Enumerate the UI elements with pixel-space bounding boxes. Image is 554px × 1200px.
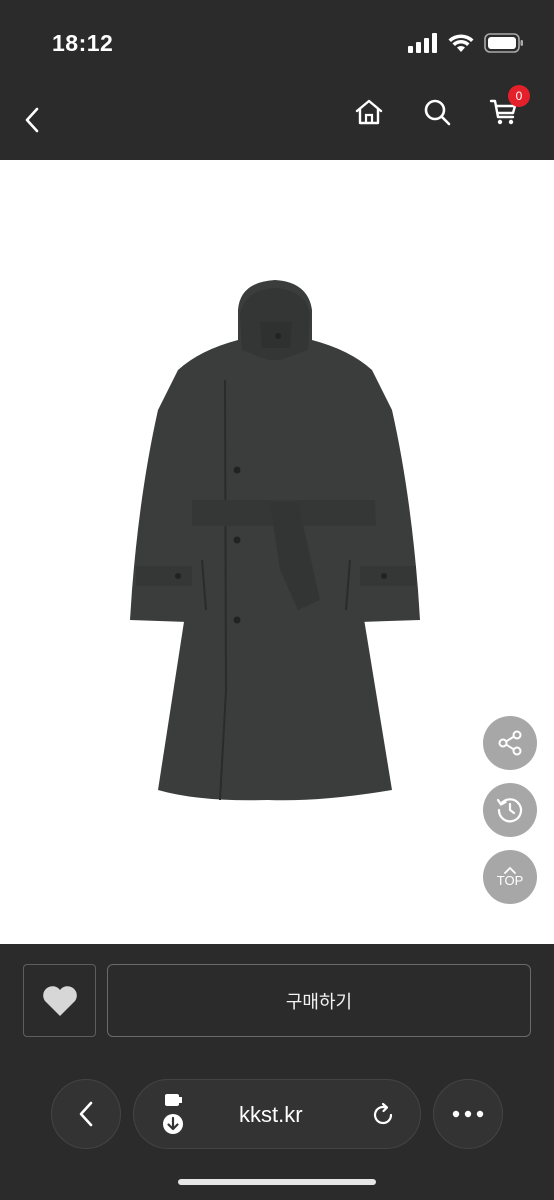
share-button[interactable]	[483, 716, 537, 770]
chevron-left-icon	[25, 107, 39, 133]
download-icon	[163, 1094, 183, 1134]
top-header: 18:12 0	[0, 0, 554, 160]
more-options-button[interactable]	[433, 1079, 503, 1149]
status-icons	[408, 33, 524, 53]
scroll-top-label: TOP	[496, 873, 524, 888]
purchase-bar: 구매하기	[0, 944, 554, 1200]
battery-icon	[484, 33, 523, 53]
more-icon	[452, 1110, 484, 1118]
product-image-area[interactable]: TOP	[0, 160, 554, 944]
browser-back-button[interactable]	[51, 1079, 121, 1149]
coat-image	[130, 280, 420, 801]
back-button[interactable]	[16, 102, 48, 138]
home-indicator	[178, 1179, 376, 1185]
home-button[interactable]	[351, 94, 387, 130]
chevron-left-icon	[79, 1101, 93, 1127]
history-icon	[496, 798, 523, 823]
search-button[interactable]	[419, 94, 455, 130]
home-icon	[355, 99, 383, 125]
wishlist-button[interactable]	[23, 964, 96, 1037]
reload-icon[interactable]	[370, 1102, 396, 1128]
signal-icon	[408, 33, 437, 53]
buy-button[interactable]: 구매하기	[107, 964, 531, 1037]
search-icon	[424, 99, 451, 126]
url-text: kkst.kr	[239, 1102, 303, 1127]
status-bar: 18:12	[0, 0, 554, 80]
cart-count-badge: 0	[508, 85, 530, 107]
nav-bar	[0, 80, 554, 160]
heart-icon	[42, 985, 77, 1016]
wifi-icon	[448, 34, 474, 52]
recent-history-button[interactable]	[483, 783, 537, 837]
status-time: 18:12	[52, 30, 114, 56]
share-icon	[498, 730, 522, 756]
scroll-top-button[interactable]: TOP	[483, 850, 537, 904]
address-bar[interactable]: kkst.kr	[133, 1079, 421, 1149]
